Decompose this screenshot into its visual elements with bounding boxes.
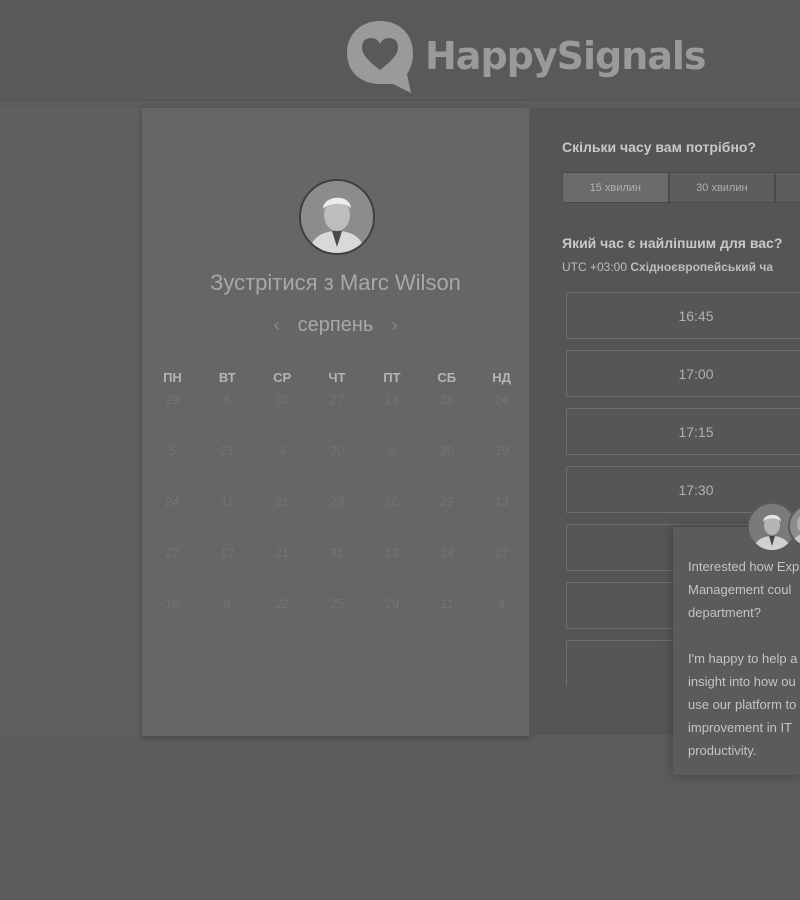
calendar-day: 11: [439, 596, 454, 611]
calendar-day: 21: [274, 545, 290, 560]
weekday-header-row: ПН ВТ СР ЧТ ПТ СБ НД: [142, 370, 529, 390]
weekday-label: ПН: [163, 370, 182, 385]
calendar-grid: ПН ВТ СР ЧТ ПТ СБ НД 29 6 30 27 14 28 24…: [142, 370, 529, 645]
calendar-day: 17: [494, 545, 509, 560]
duration-selector: 15 хвилин 30 хвилин: [562, 172, 800, 203]
calendar-day: 30: [439, 443, 454, 458]
calendar-day: 6: [223, 392, 231, 407]
calendar-day: 29: [329, 494, 345, 509]
weekday-label: СР: [273, 370, 292, 385]
calendar-day: 14: [439, 545, 454, 560]
calendar-day: 24: [494, 392, 509, 407]
calendar-day: 12: [220, 545, 235, 560]
calendar-day: 26: [384, 494, 400, 509]
time-slot[interactable]: 16:45: [566, 292, 800, 339]
calendar-day: 28: [439, 392, 454, 407]
duration-option-30[interactable]: 30 хвилин: [668, 172, 776, 203]
host-name: Marc Wilson: [339, 270, 461, 295]
timezone-name: Східноєвропейський ча: [630, 260, 774, 274]
brand-logo[interactable]: HappySignals: [345, 18, 707, 94]
calendar-day: 29: [165, 392, 180, 407]
host-calendar-card: Зустрітися з Marc Wilson ‹ серпень › ПН …: [142, 108, 529, 736]
time-slot[interactable]: 17:00: [566, 350, 800, 397]
calendar-week-row: 5 21 4 20 6 30 19: [142, 441, 529, 492]
meeting-title: Зустрітися з Marc Wilson: [142, 270, 529, 296]
meeting-title-prefix: Зустрітися з: [210, 270, 334, 295]
calendar-day: 13: [494, 494, 509, 509]
weekday-label: ЧТ: [328, 370, 346, 385]
duration-option-15[interactable]: 15 хвилин: [562, 172, 669, 203]
calendar-day: 21: [274, 494, 290, 509]
timezone-label[interactable]: UTC +03:00 Східноєвропейський ча: [562, 260, 773, 274]
calendar-day: 30: [274, 392, 290, 407]
chat-message: Interested how Exp Management coul depar…: [688, 559, 800, 758]
calendar-day: 5: [168, 443, 177, 458]
calendar-day: 4: [497, 596, 506, 611]
calendar-day: 29: [439, 494, 454, 509]
chat-popup[interactable]: Interested how Exp Management coul depar…: [673, 527, 800, 775]
duration-question: Скільки часу вам потрібно?: [562, 139, 757, 155]
chevron-left-icon[interactable]: ‹: [274, 315, 280, 336]
calendar-week-row: 29 6 30 27 14 28 24: [142, 390, 529, 441]
calendar-day: 19: [494, 443, 509, 458]
calendar-week-row: 24 11 21 29 26 29 13: [142, 492, 529, 543]
month-navigation: ‹ серпень ›: [142, 314, 529, 337]
heart-speech-bubble-icon: [347, 21, 413, 93]
calendar-day: 13: [384, 545, 400, 560]
host-avatar: [299, 179, 375, 255]
calendar-day: 14: [384, 392, 400, 407]
brand-name: HappySignals: [425, 34, 707, 78]
calendar-day: 29: [384, 596, 400, 611]
calendar-day: 6: [388, 443, 396, 458]
time-slot[interactable]: 17:15: [566, 408, 800, 455]
calendar-day: 27: [165, 545, 180, 560]
calendar-day: 21: [220, 443, 235, 458]
calendar-day: 27: [329, 392, 345, 407]
calendar-day: 9: [223, 596, 231, 611]
weekday-label: ВТ: [218, 370, 236, 385]
calendar-week-row: 18 9 22 25 29 11 4: [142, 594, 529, 645]
calendar-day: 11: [220, 494, 235, 509]
calendar-day: 31: [329, 545, 345, 560]
month-label: серпень: [297, 314, 374, 336]
timezone-offset: UTC +03:00: [562, 260, 628, 274]
weekday-label: НД: [492, 370, 511, 385]
calendar-week-row: 27 12 21 31 13 14 17: [142, 543, 529, 594]
header: HappySignals: [0, 0, 800, 101]
time-question: Який час є найліпшим для вас?: [562, 235, 783, 251]
weekday-label: ПТ: [383, 370, 401, 385]
calendar-day: 24: [165, 494, 180, 509]
person-portrait-icon: [301, 181, 373, 253]
calendar-day: 4: [278, 443, 286, 458]
calendar-day: 25: [329, 596, 345, 611]
weekday-label: СБ: [437, 370, 457, 385]
calendar-day: 20: [329, 443, 345, 458]
calendar-day: 18: [165, 596, 180, 611]
calendar-day: 22: [274, 596, 290, 611]
duration-option-3[interactable]: [775, 172, 800, 203]
chevron-right-icon[interactable]: ›: [391, 315, 397, 336]
